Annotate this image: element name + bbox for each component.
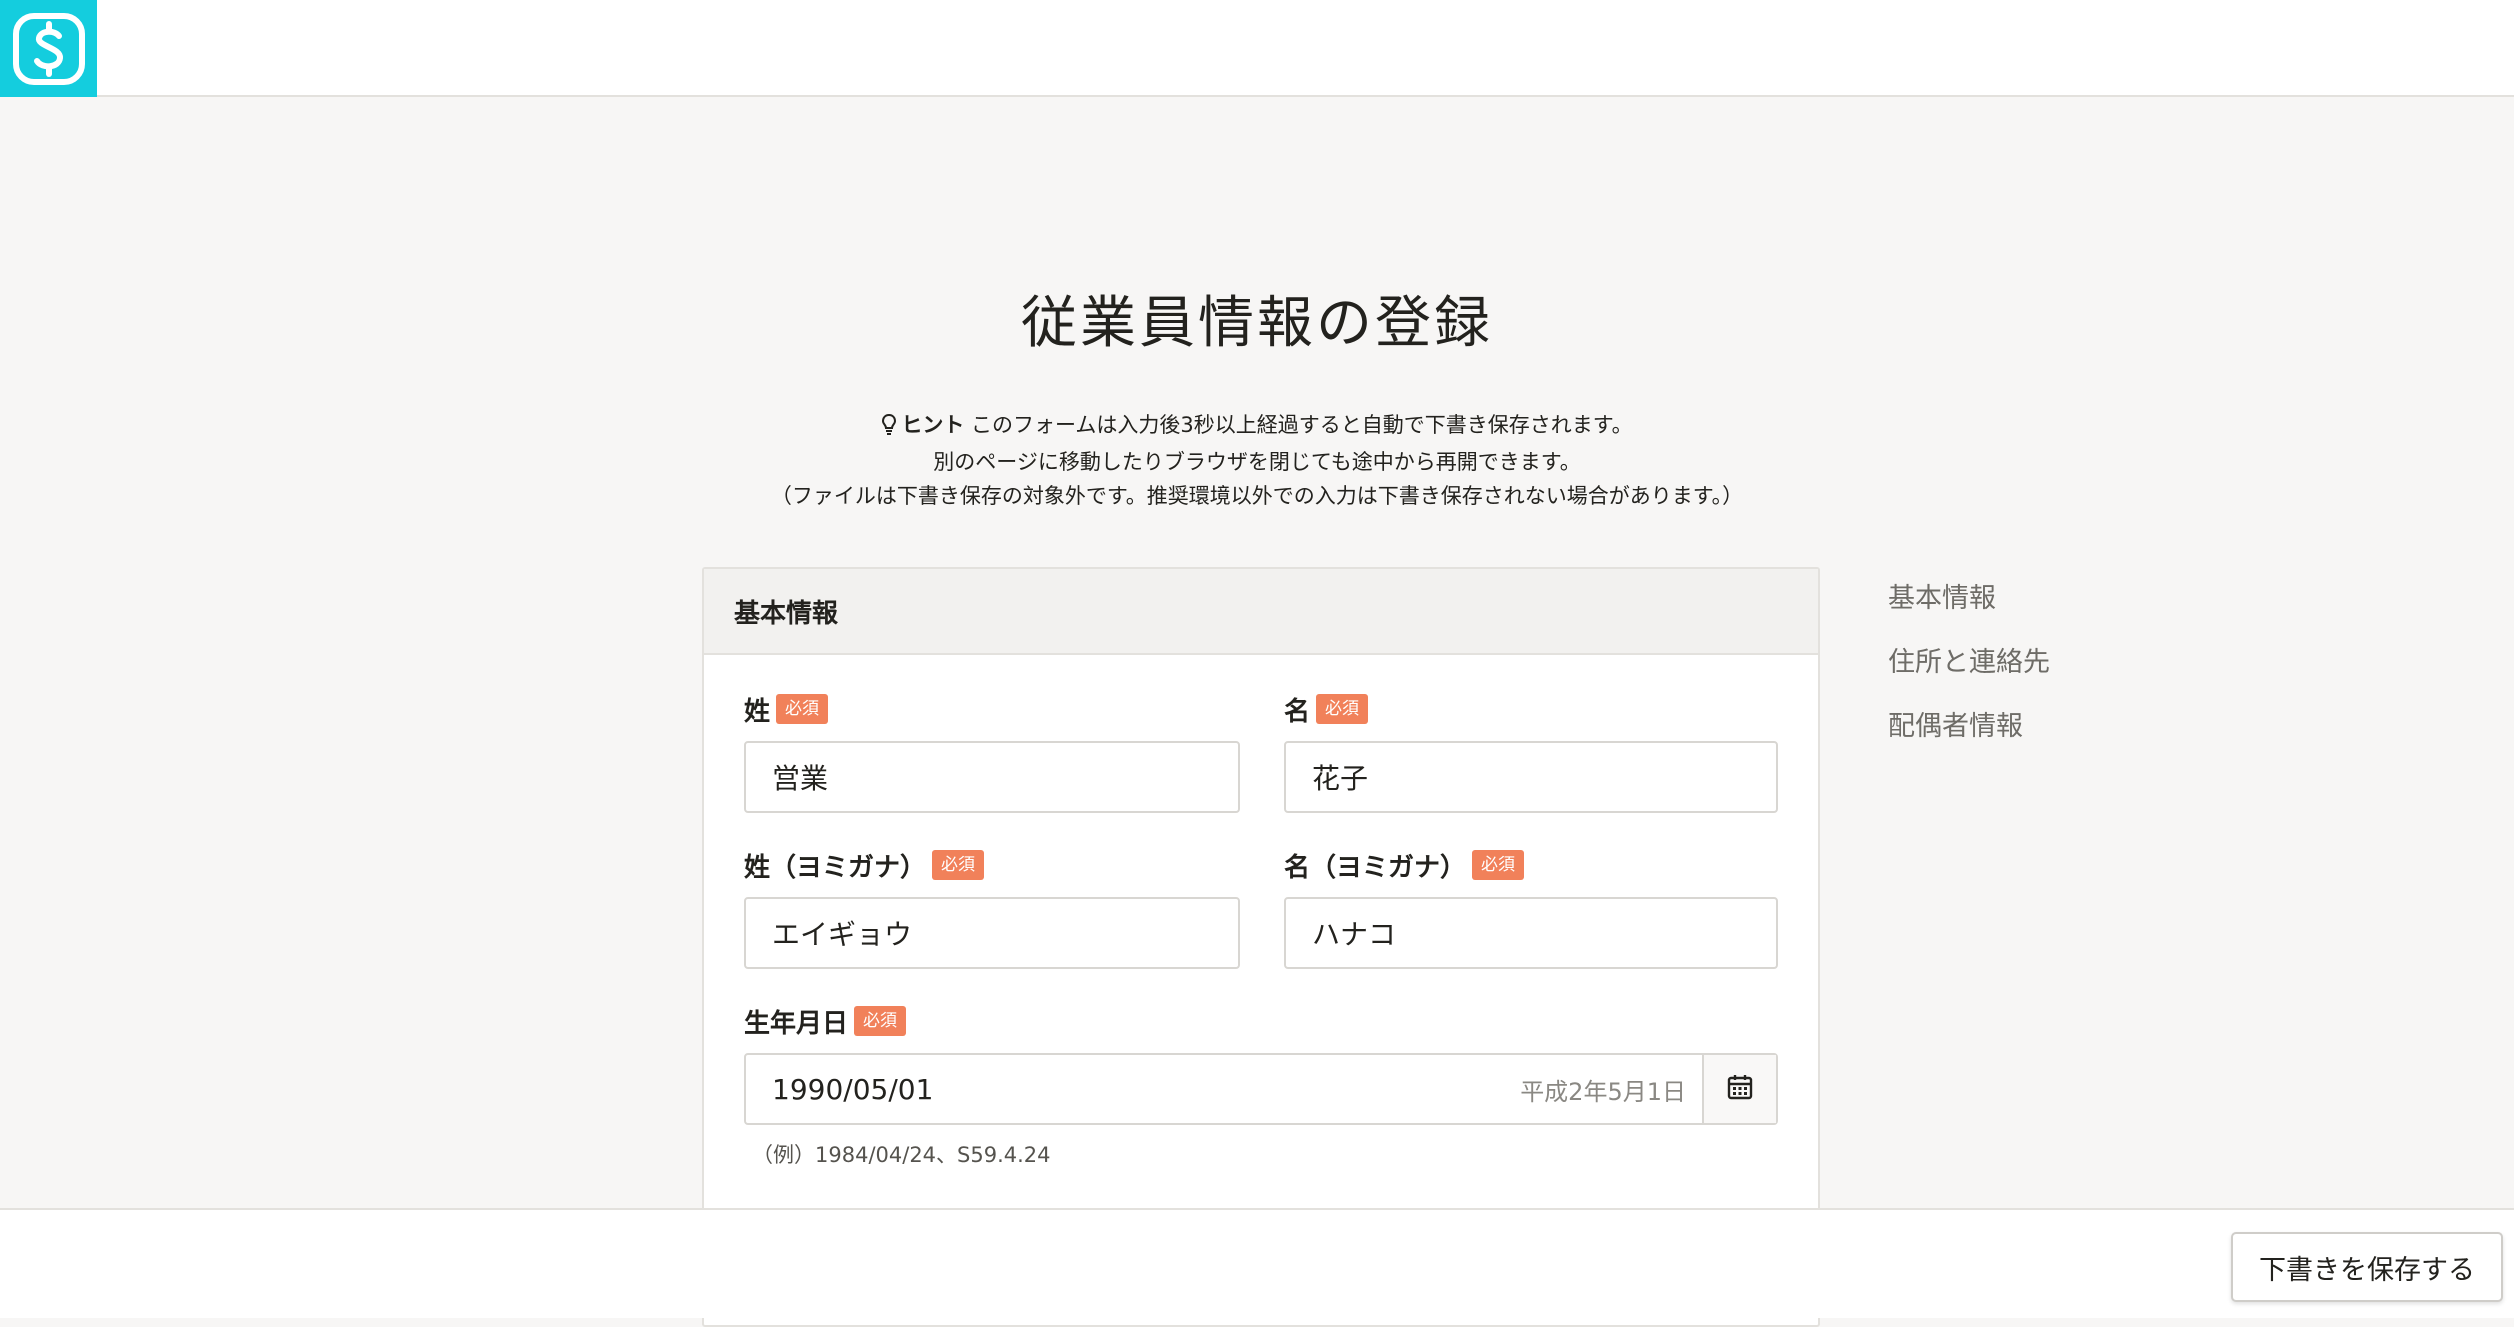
first-name-kana-input[interactable]: ハナコ [1284,897,1778,969]
last-name-input[interactable]: 営業 [744,741,1240,813]
last-name-kana-field: 姓（ヨミガナ） 必須 エイギョウ [744,845,1240,969]
bottom-action-bar: 下書きを保存する [0,1208,2514,1318]
smarthr-logo-icon[interactable] [0,0,97,97]
birthday-value: 1990/05/01 [772,1072,934,1106]
page-title: 従業員情報の登録 [1021,291,1493,356]
first-name-kana-label: 名（ヨミガナ） [1284,852,1467,883]
calendar-icon [1726,1073,1754,1105]
birthday-example: （例）1984/04/24、S59.4.24 [752,1143,1051,1167]
hint-label: ヒント [901,413,965,437]
hint-line-3: （ファイルは下書き保存の対象外です。推奨環境以外での入力は下書き保存されない場合… [770,484,1744,508]
birthday-field: 生年月日 必須 1990/05/01 平成2年5月1日 （例）1984/04/2… [744,1001,1778,1169]
required-badge: 必須 [854,1006,907,1036]
first-name-field: 名 必須 花子 [1284,689,1778,813]
required-badge: 必須 [1316,694,1369,724]
first-name-label: 名 [1284,696,1311,727]
birthday-era-text: 平成2年5月1日 [1520,1077,1686,1106]
birthday-input[interactable]: 1990/05/01 平成2年5月1日 [746,1055,1702,1123]
side-nav-address-contact[interactable]: 住所と連絡先 [1888,642,2050,706]
birthday-label: 生年月日 [744,1008,849,1039]
section-nav: 基本情報 住所と連絡先 配偶者情報 [1888,578,2050,770]
last-name-label: 姓 [744,696,771,727]
required-badge: 必須 [776,694,829,724]
birthday-date-picker: 1990/05/01 平成2年5月1日 [744,1053,1778,1125]
last-name-kana-input[interactable]: エイギョウ [744,897,1240,969]
last-name-field: 姓 必須 営業 [744,689,1240,813]
last-name-kana-label: 姓（ヨミガナ） [744,852,927,883]
required-badge: 必須 [1472,850,1525,880]
side-nav-spouse-info[interactable]: 配偶者情報 [1888,706,2050,770]
hint-line-1: このフォームは入力後3秒以上経過すると自動で下書き保存されます。 [971,413,1633,437]
calendar-button[interactable] [1702,1055,1776,1123]
hint-line-2: 別のページに移動したりブラウザを閉じても途中から再開できます。 [933,450,1581,474]
first-name-input[interactable]: 花子 [1284,741,1778,813]
top-bar [0,0,2514,97]
section-title: 基本情報 [704,569,1818,655]
side-nav-basic-info[interactable]: 基本情報 [1888,578,2050,642]
required-badge: 必須 [932,850,985,880]
save-draft-button[interactable]: 下書きを保存する [2231,1232,2503,1302]
hint-message: ヒント このフォームは入力後3秒以上経過すると自動で下書き保存されます。 別のペ… [0,408,2514,513]
first-name-kana-field: 名（ヨミガナ） 必須 ハナコ [1284,845,1778,969]
lightbulb-icon [881,411,897,445]
